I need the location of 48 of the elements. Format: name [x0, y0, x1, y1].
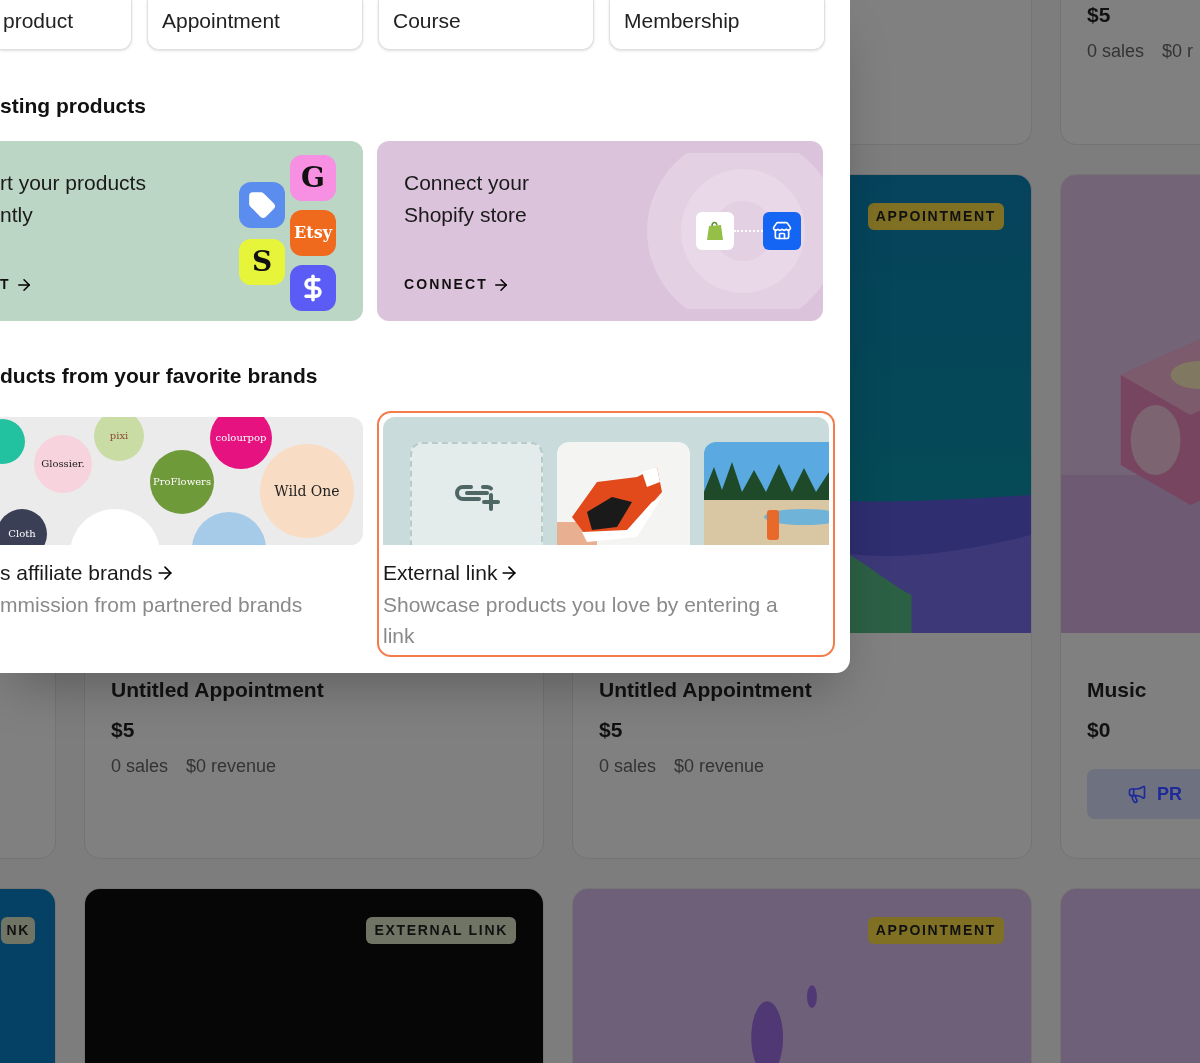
category-badge: NK — [1, 917, 35, 944]
brand-logo: pixi — [94, 417, 144, 461]
app-logo: G — [290, 155, 336, 201]
category-badge: EXTERNAL LINK — [366, 917, 516, 944]
brand-logo: colourpop — [210, 417, 272, 469]
product-card[interactable]: Music $0 PR — [1060, 174, 1200, 859]
app-logo: S — [239, 239, 285, 285]
revenue-amount: $0 revenue — [674, 755, 765, 778]
brand-logo: ProFlowers — [150, 450, 214, 514]
source-description: mmission from partnered brands — [0, 592, 304, 618]
product-title: Untitled Appointment — [599, 677, 813, 703]
product-price: $5 — [111, 717, 136, 743]
import-link[interactable]: T — [0, 274, 11, 295]
section-heading: ducts from your favorite brands — [0, 363, 319, 389]
product-price: $5 — [1087, 2, 1112, 28]
product-price: $0 — [1087, 717, 1112, 743]
revenue-amount: $0 r — [1162, 40, 1194, 63]
card-text: rt your products — [0, 170, 146, 196]
product-type-option[interactable]: Membership — [609, 0, 825, 50]
product-type-option[interactable]: Course — [378, 0, 594, 50]
product-title: Music — [1087, 677, 1148, 703]
import-card[interactable]: rt your products ntly T S G Etsy — [0, 141, 363, 321]
sales-count: 0 sales — [1087, 40, 1145, 63]
brand-logo: Wild One — [260, 444, 354, 538]
product-card[interactable]: EXTERNAL LINK — [84, 888, 544, 1063]
product-card[interactable]: $5 0 sales $0 r — [1060, 0, 1200, 145]
app-logo: Etsy — [290, 210, 336, 256]
product-title: Untitled Appointment — [111, 677, 325, 703]
product-type-option[interactable]: product — [0, 0, 132, 50]
category-badge: APPOINTMENT — [867, 917, 1004, 944]
source-link[interactable]: External link — [383, 559, 498, 587]
section-heading: sting products — [0, 93, 147, 119]
brand-logo: Cloth — [0, 509, 47, 545]
card-text: ntly — [0, 202, 34, 228]
megaphone-icon — [1127, 784, 1147, 804]
product-card[interactable]: NK — [0, 888, 56, 1063]
product-card[interactable]: APPOINTMENT — [572, 888, 1032, 1063]
sales-count: 0 sales — [599, 755, 657, 778]
revenue-amount: $0 revenue — [186, 755, 277, 778]
product-price: $5 — [599, 717, 624, 743]
connect-link[interactable]: CONNECT — [404, 274, 488, 295]
sales-count: 0 sales — [111, 755, 169, 778]
product-type-option[interactable]: Appointment — [147, 0, 363, 50]
brand-logo: Glossier. — [34, 435, 92, 493]
card-text: Shopify store — [404, 202, 528, 228]
card-text: Connect your — [404, 170, 530, 196]
source-link[interactable]: s affiliate brands — [0, 559, 153, 587]
add-link-tile[interactable] — [410, 442, 543, 545]
